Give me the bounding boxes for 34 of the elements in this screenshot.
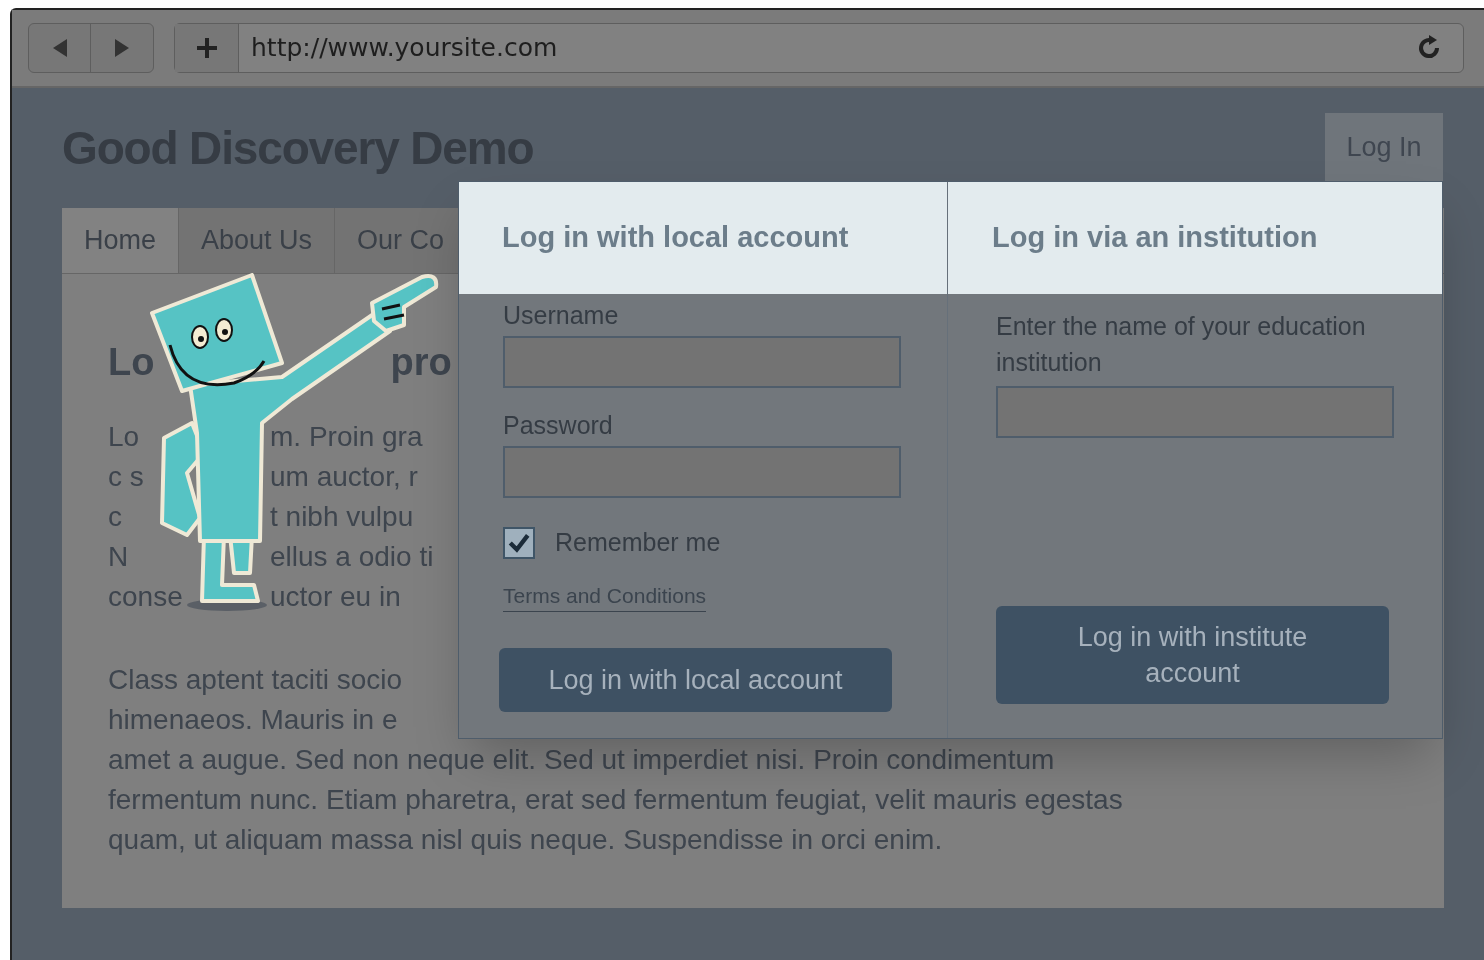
paragraph-text: c bbox=[108, 500, 123, 534]
section-title: Log in via an institution bbox=[992, 220, 1318, 256]
article-heading: Lo bbox=[108, 339, 155, 385]
institution-login-button[interactable]: Log in with institute account bbox=[996, 606, 1389, 704]
paragraph-text: t nibh vulpu bbox=[270, 500, 414, 534]
paragraph-text: N bbox=[108, 540, 130, 574]
paragraph-text: himenaeos. Mauris in e bbox=[108, 703, 398, 737]
address-bar[interactable]: http://www.yoursite.com bbox=[174, 23, 1464, 73]
paragraph-text: uctor eu in bbox=[270, 580, 401, 614]
field-label: Enter the name of your education institution bbox=[996, 311, 1367, 378]
institution-field[interactable] bbox=[996, 386, 1394, 438]
url-text: http://www.yoursite.com bbox=[251, 32, 558, 65]
username-field[interactable] bbox=[503, 336, 901, 388]
paragraph-text: Lo bbox=[108, 420, 141, 454]
paragraph-text: m. Proin gra bbox=[270, 420, 423, 454]
new-tab-button[interactable] bbox=[175, 24, 239, 72]
paragraph-text: ellus a odio ti bbox=[270, 540, 434, 574]
paragraph-text: Class aptent taciti socio bbox=[108, 663, 403, 697]
remember-checkbox[interactable] bbox=[503, 526, 535, 559]
paragraph-text: amet a augue. Sed non neque elit. Sed ut imperdiet nisi. Proin condimentum bbox=[108, 743, 1055, 777]
paragraph-text: conse bbox=[108, 580, 184, 614]
local-login-button[interactable]: Log in with local account bbox=[499, 648, 892, 712]
checkbox-label: Remember me bbox=[555, 527, 721, 558]
nav-tab[interactable]: About Us bbox=[179, 208, 336, 273]
field-label: Username bbox=[503, 300, 620, 332]
paragraph-text: quam, ut aliquam massa nisl quis neque. Suspendisse in orci enim. bbox=[108, 823, 943, 857]
paragraph-text: um auctor, r bbox=[270, 460, 418, 494]
paragraph-text: c s bbox=[108, 460, 145, 494]
field-label: Password bbox=[503, 410, 614, 442]
paragraph-text: fermentum nunc. Etiam pharetra, erat sed fermentum feugiat, velit mauris egestas bbox=[108, 783, 1123, 817]
password-field[interactable] bbox=[503, 446, 901, 498]
article-heading: pro bbox=[390, 339, 452, 385]
plus-icon bbox=[194, 36, 219, 60]
section-title: Log in with local account bbox=[502, 220, 849, 256]
